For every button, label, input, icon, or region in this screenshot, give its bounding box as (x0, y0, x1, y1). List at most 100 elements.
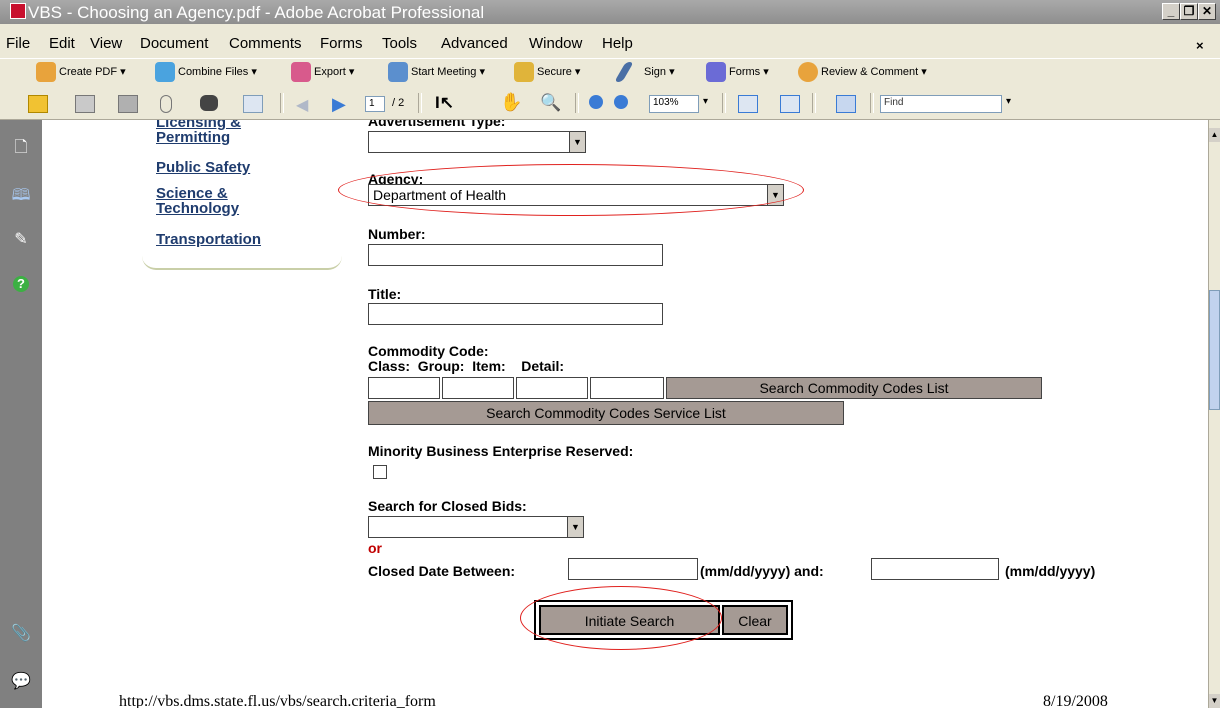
commodity-group-input[interactable] (442, 377, 514, 399)
menu-window[interactable]: Window (529, 35, 582, 52)
page-total: / 2 (392, 97, 405, 109)
review-comment-icon (798, 62, 818, 82)
nav-link-public-safety[interactable]: Public Safety (156, 160, 286, 175)
nav-link-licensing[interactable]: Licensing & Permitting (156, 120, 286, 145)
toolbar-separator (418, 93, 422, 113)
restore-button[interactable]: ❐ (1180, 3, 1198, 20)
toolbar-separator (722, 93, 726, 113)
file-toolbar: ◀ ▶ 1 / 2 I↖ ✋ 🔍 103% ▾ Find ▾ (0, 87, 1220, 120)
zoom-tool-icon[interactable]: 🔍 (540, 93, 561, 113)
scroll-up-arrow-icon[interactable]: ▲ (1209, 128, 1220, 142)
comments-icon[interactable]: 💬 (11, 672, 31, 692)
search-commodity-codes-button[interactable]: Search Commodity Codes List (666, 377, 1042, 399)
document-close-icon[interactable]: × (1196, 38, 1204, 53)
toolbar-separator (870, 93, 874, 113)
fit-page-icon[interactable] (738, 95, 758, 113)
secure-lock-icon (514, 62, 534, 82)
zoom-level-select[interactable]: 103% (649, 95, 699, 113)
paperclip-icon[interactable] (160, 95, 172, 113)
menu-tools[interactable]: Tools (382, 35, 417, 52)
menu-advanced[interactable]: Advanced (441, 35, 508, 52)
page-number-input[interactable]: 1 (365, 96, 385, 112)
scrollbar-thumb[interactable] (1209, 290, 1220, 410)
find-input[interactable]: Find (880, 95, 1002, 113)
highlight-circle-search (520, 586, 722, 650)
print-icon[interactable] (75, 95, 95, 113)
menu-forms[interactable]: Forms (320, 35, 363, 52)
number-input[interactable] (368, 244, 663, 266)
navigation-pane: 🗋 🕮 ✎ ? 📎 💬 (0, 120, 42, 708)
hand-tool-icon[interactable]: ✋ (500, 92, 522, 113)
start-meeting-button[interactable]: Start Meeting ▾ (411, 65, 485, 78)
clear-button[interactable]: Clear (722, 605, 788, 635)
mbe-reserved-checkbox[interactable] (373, 465, 387, 479)
zoom-dropdown-icon[interactable]: ▾ (703, 96, 708, 107)
vertical-scrollbar[interactable]: ▲ ▼ (1208, 120, 1220, 708)
secure-button[interactable]: Secure ▾ (537, 65, 580, 78)
commodity-detail-input[interactable] (590, 377, 664, 399)
toolbar-separator (812, 93, 816, 113)
sign-pen-icon (614, 62, 634, 82)
zoom-out-icon[interactable] (589, 95, 603, 109)
attachments-paperclip-icon[interactable]: 📎 (11, 624, 31, 644)
minimize-button[interactable]: _ (1162, 3, 1180, 20)
nav-link-transportation[interactable]: Transportation (156, 232, 296, 247)
nav-link-science-technology[interactable]: Science & Technology (156, 186, 266, 216)
commodity-class-input[interactable] (368, 377, 440, 399)
email-icon[interactable] (243, 95, 263, 113)
highlight-circle-agency (338, 164, 804, 216)
menu-view[interactable]: View (90, 35, 122, 52)
search-commodity-service-button[interactable]: Search Commodity Codes Service List (368, 401, 844, 425)
create-pdf-button[interactable]: Create PDF ▾ (59, 65, 126, 78)
commodity-item-input[interactable] (516, 377, 588, 399)
select-tool-icon[interactable]: I↖ (435, 93, 454, 113)
combine-files-icon (155, 62, 175, 82)
dropdown-arrow-icon: ▼ (567, 517, 583, 537)
nav-box-border (142, 254, 342, 270)
closed-date-end-input[interactable] (871, 558, 999, 580)
closed-date-start-input[interactable] (568, 558, 698, 580)
forms-button[interactable]: Forms ▾ (729, 65, 769, 78)
page-layout-icon[interactable] (836, 95, 856, 113)
close-button[interactable]: ✕ (1198, 3, 1216, 20)
export-button[interactable]: Export ▾ (314, 65, 354, 78)
closed-bids-select[interactable]: ▼ (368, 516, 584, 538)
window-title: VBS - Choosing an Agency.pdf - Adobe Acr… (28, 3, 485, 22)
menu-help[interactable]: Help (602, 35, 633, 52)
sign-button[interactable]: Sign ▾ (644, 65, 675, 78)
zoom-in-icon[interactable] (614, 95, 628, 109)
start-meeting-icon (388, 62, 408, 82)
find-binoculars-icon[interactable] (200, 95, 218, 111)
advertisement-type-select[interactable]: ▼ (368, 131, 586, 153)
menu-document[interactable]: Document (140, 35, 208, 52)
open-folder-icon[interactable] (28, 95, 48, 113)
commodity-subfields-label: Class: Group: Item: Detail: (368, 358, 565, 374)
fit-width-icon[interactable] (780, 95, 800, 113)
save-icon[interactable] (118, 95, 138, 113)
pdf-page-content: Licensing & Permitting Public Safety Sci… (42, 120, 1210, 708)
menu-edit[interactable]: Edit (49, 35, 75, 52)
help-icon[interactable]: ? (13, 276, 29, 292)
pdf-app-icon (10, 3, 26, 19)
signatures-icon[interactable]: ✎ (11, 230, 31, 250)
previous-page-icon[interactable]: ◀ (296, 95, 308, 115)
closed-date-label: Closed Date Between: (368, 563, 516, 579)
pages-icon[interactable]: 🗋 (11, 138, 31, 158)
scroll-down-arrow-icon[interactable]: ▼ (1209, 694, 1220, 708)
date-format-hint-1: (mm/dd/yyyy) and: (700, 563, 824, 579)
or-text: or (368, 540, 382, 556)
menu-file[interactable]: File (6, 35, 30, 52)
next-page-icon[interactable]: ▶ (332, 94, 346, 115)
title-input[interactable] (368, 303, 663, 325)
toolbar-separator (575, 93, 579, 113)
dropdown-arrow-icon: ▼ (569, 132, 585, 152)
find-dropdown-icon[interactable]: ▾ (1006, 96, 1011, 107)
bookmarks-icon[interactable]: 🕮 (11, 186, 31, 206)
combine-files-button[interactable]: Combine Files ▾ (178, 65, 257, 78)
menu-comments[interactable]: Comments (229, 35, 302, 52)
review-comment-button[interactable]: Review & Comment ▾ (821, 65, 927, 78)
date-format-hint-2: (mm/dd/yyyy) (1005, 563, 1096, 579)
number-label: Number: (368, 226, 426, 242)
closed-bids-label: Search for Closed Bids: (368, 498, 527, 514)
tasks-toolbar: Create PDF ▾ Combine Files ▾ Export ▾ St… (0, 58, 1220, 87)
